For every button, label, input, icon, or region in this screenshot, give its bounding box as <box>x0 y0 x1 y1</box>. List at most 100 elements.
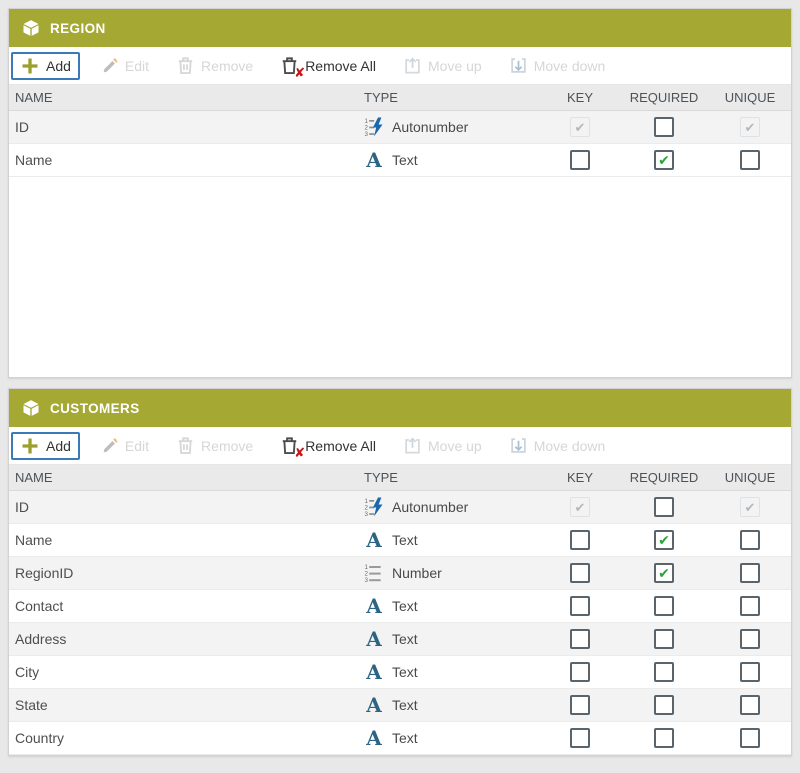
move-up-button: Move up <box>394 432 491 459</box>
remove-all-button[interactable]: ✘ Remove All <box>271 432 385 459</box>
empty-area <box>9 177 791 377</box>
text-icon: A <box>366 528 382 552</box>
remove-all-button[interactable]: ✘ Remove All <box>271 52 385 79</box>
text-icon: A <box>366 660 382 684</box>
move-down-icon <box>509 56 528 75</box>
edit-button: Edit <box>92 53 158 79</box>
cube-icon <box>22 399 40 417</box>
unique-checkbox: ✔ <box>740 117 760 137</box>
required-checkbox[interactable] <box>654 662 674 682</box>
remove-all-icon: ✘ <box>280 56 305 79</box>
required-checkbox[interactable] <box>654 497 674 517</box>
add-button[interactable]: Add <box>11 431 80 460</box>
field-name: Name <box>15 532 53 548</box>
table-row[interactable]: Name A Text ✔ <box>9 144 791 177</box>
required-checkbox[interactable] <box>654 117 674 137</box>
key-checkbox[interactable] <box>570 662 590 682</box>
field-type: Text <box>392 598 418 614</box>
table-row[interactable]: RegionID 1 2 3 Number ✔ <box>9 557 791 590</box>
svg-text:3: 3 <box>365 131 369 137</box>
unique-checkbox[interactable] <box>740 662 760 682</box>
move-down-button: Move down <box>500 52 615 79</box>
table-header: NAME TYPE KEY REQUIRED UNIQUE <box>9 85 791 111</box>
unique-checkbox[interactable] <box>740 150 760 170</box>
remove-button: Remove <box>167 432 262 459</box>
required-checkbox[interactable] <box>654 695 674 715</box>
table-row[interactable]: Country A Text <box>9 722 791 755</box>
red-x-icon: ✘ <box>294 65 306 80</box>
text-icon: A <box>366 148 382 172</box>
column-type: TYPE <box>364 90 398 105</box>
table-row[interactable]: Contact A Text <box>9 590 791 623</box>
key-checkbox[interactable] <box>570 596 590 616</box>
add-button[interactable]: Add <box>11 51 80 80</box>
field-type: Number <box>392 565 442 581</box>
column-name: NAME <box>15 470 53 485</box>
column-key: KEY <box>566 90 593 105</box>
unique-checkbox[interactable] <box>740 629 760 649</box>
remove-button: Remove <box>167 52 262 79</box>
field-name: ID <box>15 119 29 135</box>
required-checkbox[interactable]: ✔ <box>654 563 674 583</box>
column-key: KEY <box>566 470 593 485</box>
field-type: Autonumber <box>392 119 469 135</box>
key-checkbox[interactable] <box>570 150 590 170</box>
unique-checkbox[interactable] <box>740 695 760 715</box>
field-name: Address <box>15 631 67 647</box>
table-row[interactable]: Name A Text ✔ <box>9 524 791 557</box>
text-icon: A <box>366 726 382 750</box>
unique-checkbox[interactable] <box>740 530 760 550</box>
field-name: Contact <box>15 598 64 614</box>
trash-icon <box>176 436 195 455</box>
panel-region-header: REGION <box>9 9 791 47</box>
autonumber-icon: 123 <box>364 497 384 517</box>
table-row[interactable]: State A Text <box>9 689 791 722</box>
required-checkbox[interactable] <box>654 629 674 649</box>
field-name: State <box>15 697 48 713</box>
field-type: Text <box>392 631 418 647</box>
plus-icon <box>20 436 40 456</box>
toolbar: Add Edit Remove ✘ Remove All Move up Mov… <box>9 47 791 85</box>
panel-region: REGION Add Edit Remove ✘ Remove All Move… <box>8 8 792 378</box>
red-x-icon: ✘ <box>294 445 306 460</box>
table-row[interactable]: Address A Text <box>9 623 791 656</box>
required-checkbox[interactable]: ✔ <box>654 530 674 550</box>
edit-button: Edit <box>92 433 158 459</box>
unique-checkbox[interactable] <box>740 728 760 748</box>
column-required: REQUIRED <box>629 470 699 485</box>
unique-checkbox[interactable] <box>740 596 760 616</box>
column-unique: UNIQUE <box>724 90 776 105</box>
required-checkbox[interactable] <box>654 596 674 616</box>
key-checkbox[interactable] <box>570 695 590 715</box>
unique-checkbox[interactable] <box>740 563 760 583</box>
field-name: ID <box>15 499 29 515</box>
table-row[interactable]: ID 1 2 3 Autonumber ✔ ✔ <box>9 491 791 524</box>
number-icon: 123 <box>364 563 384 583</box>
table-header: NAME TYPE KEY REQUIRED UNIQUE <box>9 465 791 491</box>
panel-customers: CUSTOMERS Add Edit Remove ✘ Remove All M… <box>8 388 792 756</box>
key-checkbox[interactable] <box>570 728 590 748</box>
pencil-icon <box>101 437 119 455</box>
panel-customers-header: CUSTOMERS <box>9 389 791 427</box>
table-row[interactable]: City A Text <box>9 656 791 689</box>
field-name: RegionID <box>15 565 74 581</box>
required-checkbox[interactable] <box>654 728 674 748</box>
table-row[interactable]: ID 1 2 3 Autonumber ✔ ✔ <box>9 111 791 144</box>
move-up-icon <box>403 56 422 75</box>
key-checkbox: ✔ <box>570 497 590 517</box>
trash-icon <box>176 56 195 75</box>
field-name: City <box>15 664 40 680</box>
move-down-icon <box>509 436 528 455</box>
field-type: Text <box>392 152 418 168</box>
required-checkbox[interactable]: ✔ <box>654 150 674 170</box>
column-required: REQUIRED <box>629 90 699 105</box>
key-checkbox[interactable] <box>570 629 590 649</box>
field-rows: ID 1 2 3 Autonumber ✔ ✔ Name A Text ✔ <box>9 111 791 177</box>
svg-text:3: 3 <box>365 577 369 583</box>
panel-title: CUSTOMERS <box>50 400 140 416</box>
plus-icon <box>20 56 40 76</box>
key-checkbox[interactable] <box>570 530 590 550</box>
field-type: Autonumber <box>392 499 469 515</box>
field-name: Name <box>15 152 53 168</box>
key-checkbox[interactable] <box>570 563 590 583</box>
